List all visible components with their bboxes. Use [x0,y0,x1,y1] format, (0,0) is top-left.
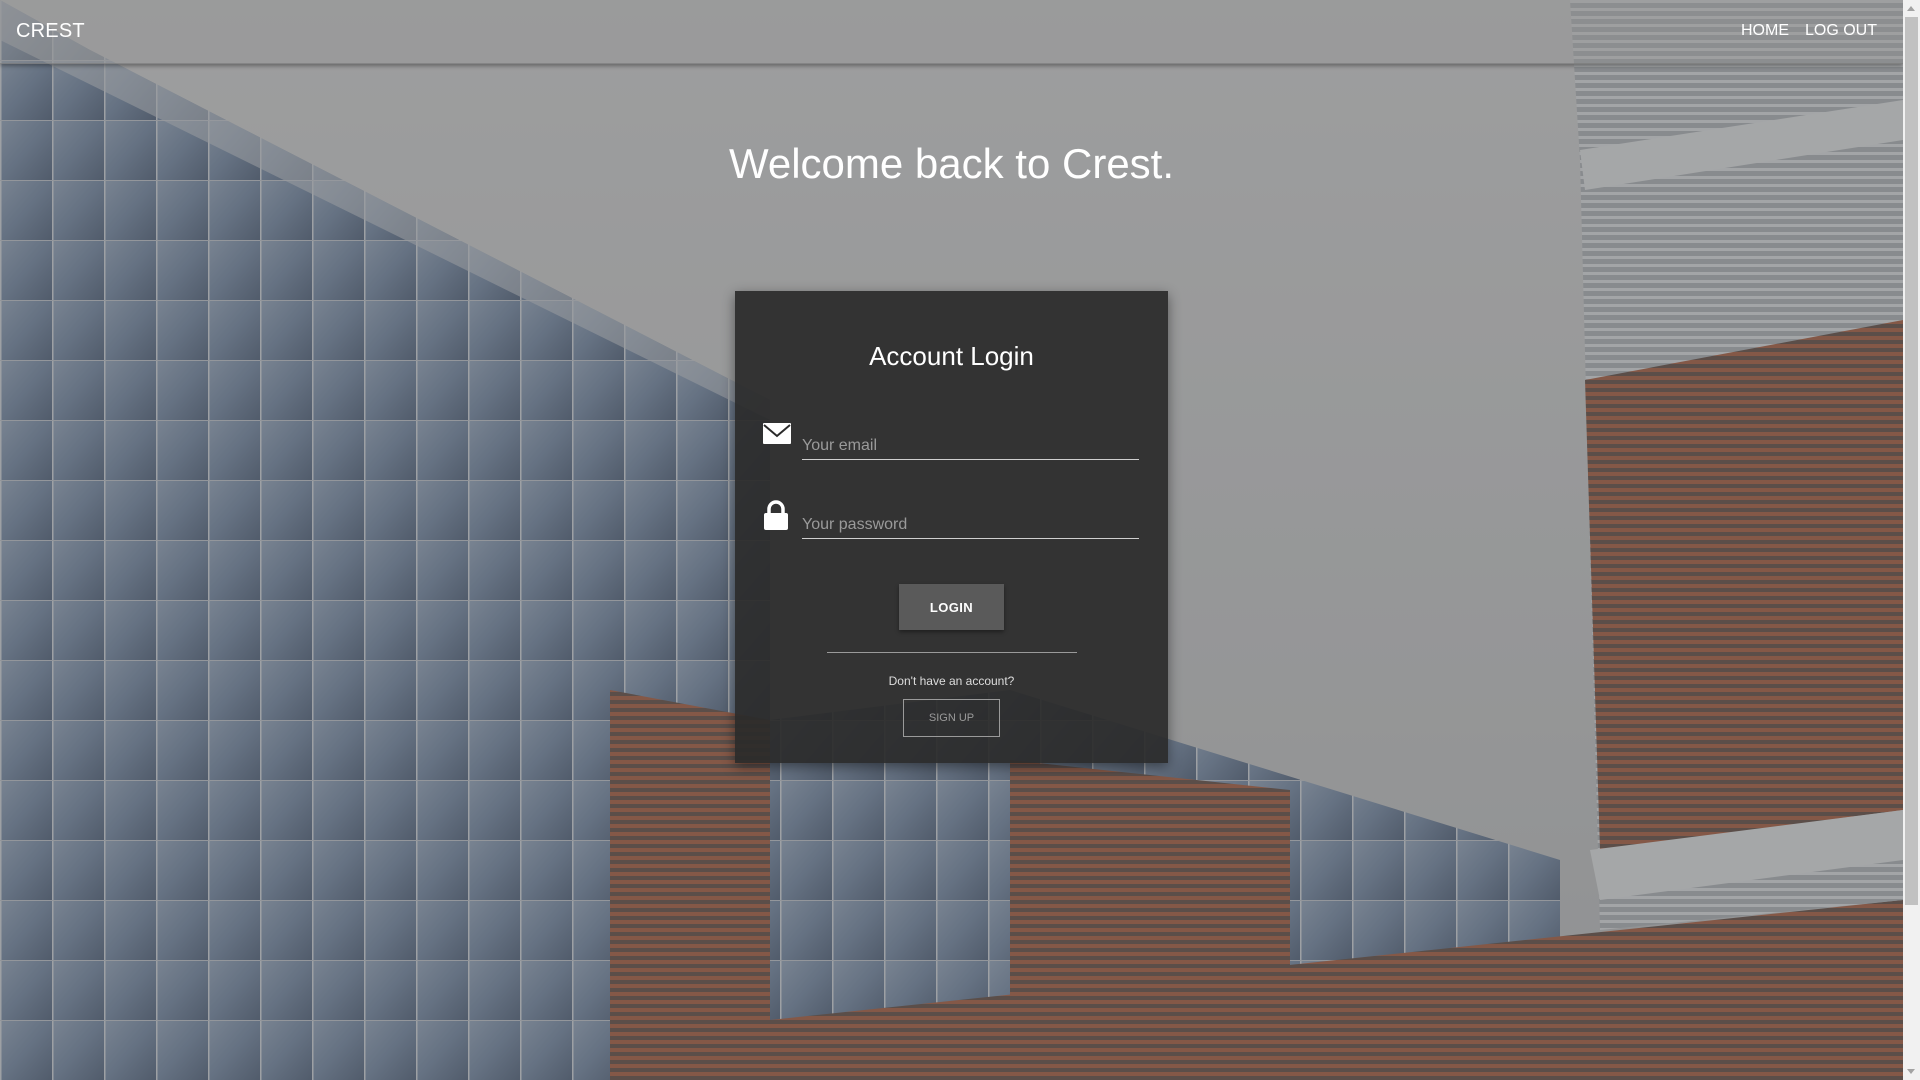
lock-icon [762,500,792,530]
nav-links: HOME LOG OUT [1741,22,1877,40]
signup-button[interactable]: SIGN UP [903,699,1000,737]
envelope-icon [762,421,792,451]
nav-home-link[interactable]: HOME [1741,22,1789,40]
email-input[interactable] [802,433,1139,460]
password-field-row [762,500,1142,548]
welcome-heading: Welcome back to Crest. [728,140,1175,187]
page-scrollbar[interactable] [1903,0,1920,1080]
scroll-down-arrow-icon[interactable] [1907,1069,1915,1074]
top-navbar: CREST HOME LOG OUT [0,0,1903,64]
scrollbar-thumb[interactable] [1905,17,1918,905]
brand-logo[interactable]: CREST [16,20,85,43]
divider [827,652,1077,653]
password-input[interactable] [802,512,1139,539]
scroll-up-arrow-icon[interactable] [1907,6,1915,11]
email-field-row [762,421,1142,469]
login-button[interactable]: LOGIN [899,584,1004,630]
signup-prompt: Don't have an account? [888,674,1015,688]
login-page: CREST HOME LOG OUT Welcome back to Crest… [0,0,1920,1080]
login-card: Account Login LOGIN Don't have an accoun [735,291,1168,763]
card-title: Account Login [869,341,1034,371]
nav-logout-link[interactable]: LOG OUT [1805,22,1877,40]
